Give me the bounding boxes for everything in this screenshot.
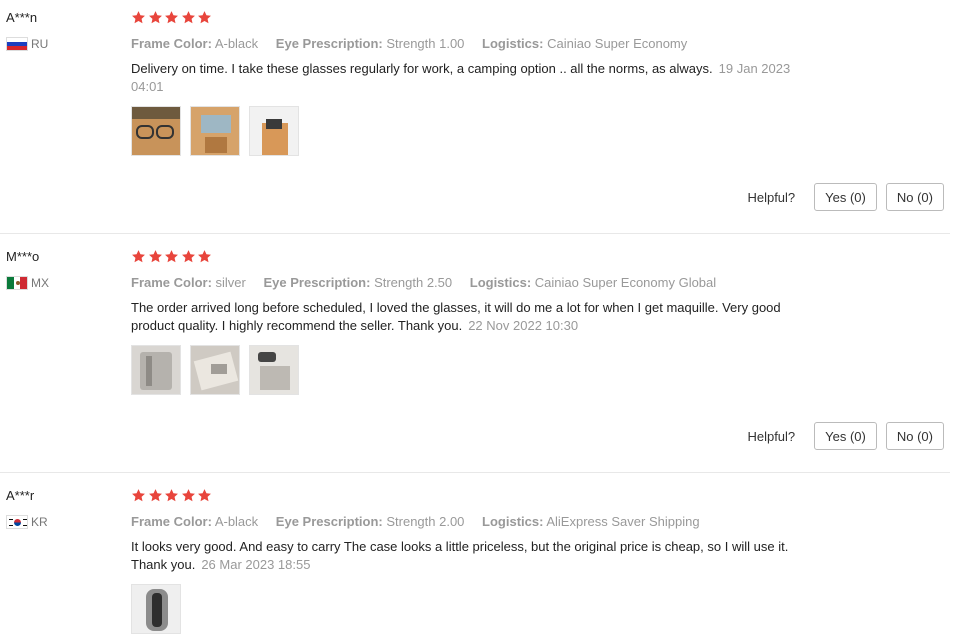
star-icon: [197, 249, 212, 264]
country-code: KR: [31, 515, 48, 529]
helpful-no-button[interactable]: No (0): [885, 422, 944, 450]
star-icon: [131, 488, 146, 503]
star-icon: [197, 488, 212, 503]
russia-flag-icon: [6, 37, 28, 51]
star-rating: [131, 249, 831, 265]
star-icon: [181, 249, 196, 264]
frame-color-label: Frame Color:: [131, 514, 212, 529]
review-photo-thumbnail[interactable]: [131, 584, 181, 634]
reviewer-country: KR: [6, 514, 116, 530]
review-date: 22 Nov 2022 10:30: [468, 318, 579, 333]
star-icon: [131, 10, 146, 25]
country-code: MX: [31, 276, 49, 290]
prescription-value: Strength 2.50: [374, 275, 453, 290]
logistics-value: AliExpress Saver Shipping: [546, 514, 700, 529]
reviewer-info: A***r KR: [6, 488, 116, 530]
review-item: M***o MX Frame Color: silver Eye Prescri…: [0, 239, 950, 472]
review-content: Frame Color: A-black Eye Prescription: S…: [131, 488, 831, 634]
logistics-label: Logistics:: [482, 36, 544, 51]
review-content: Frame Color: silver Eye Prescription: St…: [131, 249, 831, 395]
helpful-votes: Helpful? Yes (0) No (0): [747, 183, 944, 211]
prescription-label: Eye Prescription:: [275, 36, 383, 51]
reviewer-country: RU: [6, 36, 116, 52]
review-photo-thumbnail[interactable]: [190, 345, 240, 395]
star-icon: [131, 249, 146, 264]
logistics-value: Cainiao Super Economy Global: [534, 275, 717, 290]
logistics-label: Logistics:: [482, 514, 544, 529]
frame-color-value: A-black: [214, 36, 259, 51]
star-icon: [164, 10, 179, 25]
review-body: Delivery on time. I take these glasses r…: [131, 61, 713, 76]
frame-color-label: Frame Color:: [131, 36, 212, 51]
review-photo-thumbnail[interactable]: [190, 106, 240, 156]
review-attributes: Frame Color: silver Eye Prescription: St…: [131, 275, 831, 291]
review-text: Delivery on time. I take these glasses r…: [131, 60, 821, 96]
review-item: A***r KR Frame Color: A-black Eye Prescr…: [0, 478, 950, 642]
reviewer-name: A***r: [6, 488, 35, 503]
helpful-yes-button[interactable]: Yes (0): [814, 422, 877, 450]
star-icon: [164, 249, 179, 264]
star-icon: [181, 10, 196, 25]
review-item: A***n RU Frame Color: A-black Eye Prescr…: [0, 0, 950, 233]
review-photo-thumbnail[interactable]: [249, 106, 299, 156]
review-date: 26 Mar 2023 18:55: [201, 557, 311, 572]
star-icon: [148, 488, 163, 503]
star-icon: [197, 10, 212, 25]
helpful-votes: Helpful? Yes (0) No (0): [747, 422, 944, 450]
reviewer-info: A***n RU: [6, 10, 116, 52]
review-photos: [131, 345, 831, 395]
logistics-value: Cainiao Super Economy: [547, 36, 688, 51]
logistics-label: Logistics:: [469, 275, 532, 290]
review-content: Frame Color: A-black Eye Prescription: S…: [131, 10, 831, 156]
star-icon: [148, 249, 163, 264]
reviewer-country: MX: [6, 275, 116, 291]
star-icon: [181, 488, 196, 503]
review-photos: [131, 106, 831, 156]
frame-color-value: silver: [215, 275, 246, 290]
review-text: It looks very good. And easy to carry Th…: [131, 538, 821, 574]
review-attributes: Frame Color: A-black Eye Prescription: S…: [131, 36, 831, 52]
mexico-flag-icon: [6, 276, 28, 290]
helpful-label: Helpful?: [747, 189, 796, 205]
helpful-label: Helpful?: [747, 428, 796, 444]
star-icon: [148, 10, 163, 25]
country-code: RU: [31, 37, 49, 51]
reviewer-name: M***o: [6, 249, 40, 264]
review-photo-thumbnail[interactable]: [249, 345, 299, 395]
helpful-no-button[interactable]: No (0): [885, 183, 944, 211]
helpful-yes-button[interactable]: Yes (0): [814, 183, 877, 211]
review-attributes: Frame Color: A-black Eye Prescription: S…: [131, 514, 831, 530]
prescription-value: Strength 2.00: [386, 514, 465, 529]
review-text: The order arrived long before scheduled,…: [131, 299, 821, 335]
prescription-value: Strength 1.00: [386, 36, 465, 51]
reviewer-info: M***o MX: [6, 249, 116, 291]
review-body: The order arrived long before scheduled,…: [131, 300, 781, 333]
prescription-label: Eye Prescription:: [275, 514, 383, 529]
frame-color-value: A-black: [214, 514, 259, 529]
reviewer-name: A***n: [6, 10, 38, 25]
review-photo-thumbnail[interactable]: [131, 345, 181, 395]
star-icon: [164, 488, 179, 503]
review-photo-thumbnail[interactable]: [131, 106, 181, 156]
review-divider: [0, 472, 950, 473]
review-divider: [0, 233, 950, 234]
prescription-label: Eye Prescription:: [263, 275, 371, 290]
south-korea-flag-icon: [6, 515, 28, 529]
star-rating: [131, 10, 831, 26]
frame-color-label: Frame Color:: [131, 275, 212, 290]
star-rating: [131, 488, 831, 504]
review-photos: [131, 584, 831, 634]
